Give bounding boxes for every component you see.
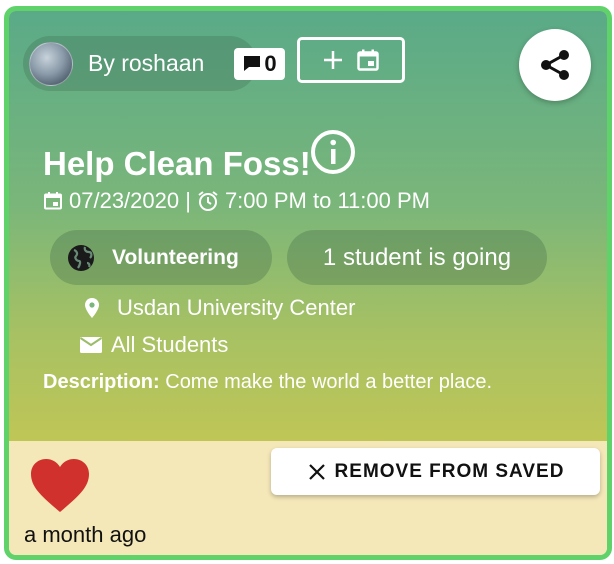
add-to-calendar-button[interactable] [297,37,405,83]
comment-count: 0 [264,51,277,76]
remove-label: REMOVE FROM SAVED [334,460,565,482]
attendance-chip[interactable]: 1 student is going [287,230,547,285]
avatar [29,41,73,86]
alarm-icon [198,191,218,211]
category-chip[interactable]: Volunteering [50,230,272,285]
heart-icon[interactable] [29,457,91,515]
description-text: Come make the world a better place. [159,371,493,393]
plus-icon [324,51,342,69]
event-title: Help Clean Foss! [43,145,311,182]
event-card: By roshaan 0 Help Clean Foss! 07/23/2020… [4,6,612,560]
add-calendar-icon [357,49,379,71]
mail-icon [79,337,103,353]
share-button[interactable] [519,29,591,101]
event-time: 7:00 PM to 11:00 PM [224,188,430,213]
audience-text: All Students [111,332,229,357]
description-label: Description: [43,371,160,393]
posted-time: a month ago [24,522,147,547]
event-audience: All Students [79,332,228,358]
location-pin-icon [85,298,99,318]
category-label: Volunteering [112,245,239,269]
comments-button[interactable]: 0 [234,48,285,80]
event-datetime: 07/23/2020 | 7:00 PM to 11:00 PM [43,188,430,214]
info-icon[interactable] [309,128,357,176]
event-date: 07/23/2020 | [69,188,191,213]
event-location: Usdan University Center [83,295,355,321]
calendar-icon [44,192,62,210]
attendance-label: 1 student is going [322,243,512,271]
share-icon [541,50,569,80]
comment-icon [244,56,261,71]
remove-from-saved-button[interactable]: REMOVE FROM SAVED [271,448,600,495]
author-name: By roshaan [88,50,205,76]
close-icon [308,463,325,480]
globe-icon [68,244,94,271]
location-text: Usdan University Center [117,295,356,320]
author-chip[interactable]: By roshaan [23,36,257,91]
event-description: Description: Come make the world a bette… [43,371,492,394]
